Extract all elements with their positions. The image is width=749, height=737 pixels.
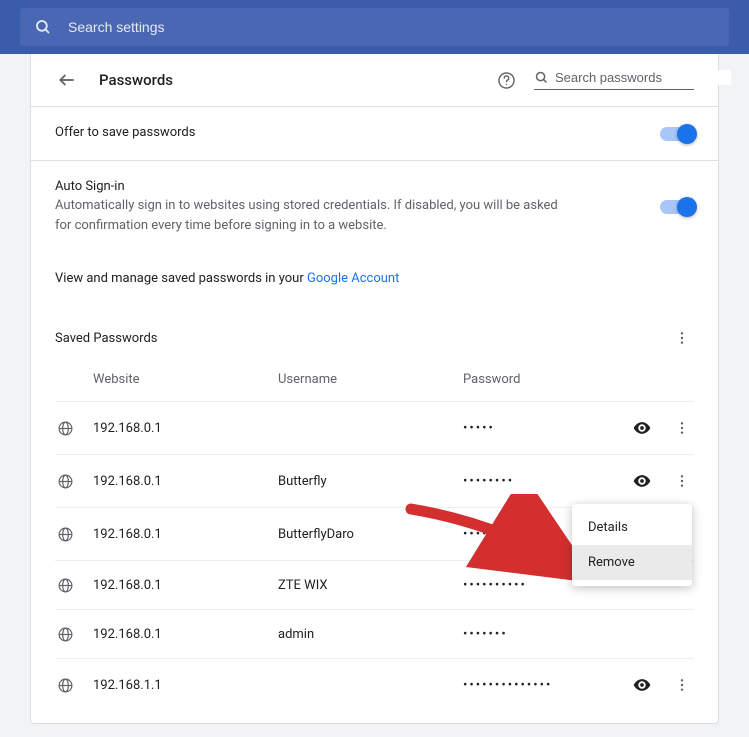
top-search-inner[interactable]: [20, 8, 729, 46]
globe-icon: [55, 418, 75, 438]
username-cell: ButterflyDaro: [278, 527, 463, 542]
site-cell[interactable]: 192.168.0.1: [93, 527, 278, 542]
link-prefix: View and manage saved passwords in your: [55, 271, 307, 286]
top-search-bar: [0, 0, 749, 54]
col-username: Username: [278, 372, 463, 387]
password-cell: ••••••••: [463, 474, 630, 489]
menu-details[interactable]: Details: [572, 510, 692, 545]
offer-save-toggle[interactable]: [660, 127, 694, 141]
menu-remove[interactable]: Remove: [572, 545, 692, 580]
passwords-card: Passwords Offer to save passwords Auto S…: [30, 54, 719, 724]
row-more-icon[interactable]: [670, 416, 694, 440]
row-more-icon[interactable]: [670, 673, 694, 697]
page-title: Passwords: [99, 71, 496, 89]
saved-passwords-title: Saved Passwords: [55, 331, 670, 346]
globe-icon: [55, 624, 75, 644]
col-password: Password: [463, 372, 694, 387]
site-cell[interactable]: 192.168.0.1: [93, 627, 278, 642]
offer-save-section: Offer to save passwords: [31, 106, 718, 160]
search-icon: [534, 70, 549, 85]
globe-icon: [55, 524, 75, 544]
auto-signin-desc: Automatically sign in to websites using …: [55, 196, 575, 235]
top-search-input[interactable]: [68, 19, 715, 35]
row-context-menu: Details Remove: [572, 504, 692, 586]
password-cell: ••••••••••••••: [463, 678, 630, 693]
google-account-line: View and manage saved passwords in your …: [31, 253, 718, 304]
show-password-icon[interactable]: [630, 673, 654, 697]
row-more-icon[interactable]: [670, 469, 694, 493]
site-cell[interactable]: 192.168.0.1: [93, 578, 278, 593]
show-password-icon[interactable]: [630, 416, 654, 440]
back-arrow-icon[interactable]: [55, 68, 79, 92]
password-cell: •••••: [463, 421, 630, 436]
card-header: Passwords: [31, 54, 718, 106]
auto-signin-section: Auto Sign-in Automatically sign in to we…: [31, 160, 718, 253]
table-head: Website Username Password: [55, 362, 694, 401]
search-icon: [34, 18, 52, 36]
username-cell: Butterfly: [278, 474, 463, 489]
username-cell: admin: [278, 627, 463, 642]
globe-icon: [55, 471, 75, 491]
saved-passwords-more-icon[interactable]: [670, 326, 694, 350]
auto-signin-title: Auto Sign-in: [55, 179, 660, 194]
table-row: 192.168.0.1 •••••: [55, 401, 694, 454]
auto-signin-toggle[interactable]: [660, 200, 694, 214]
offer-save-title: Offer to save passwords: [55, 125, 660, 140]
google-account-link[interactable]: Google Account: [307, 271, 399, 286]
password-cell: •••••••: [463, 627, 630, 642]
saved-passwords-header: Saved Passwords: [31, 304, 718, 362]
show-password-icon[interactable]: [630, 469, 654, 493]
col-website: Website: [93, 372, 278, 387]
site-cell[interactable]: 192.168.0.1: [93, 421, 278, 436]
help-icon[interactable]: [496, 70, 516, 90]
globe-icon: [55, 575, 75, 595]
table-row: 192.168.0.1admin•••••••: [55, 609, 694, 658]
site-cell[interactable]: 192.168.1.1: [93, 678, 278, 693]
site-cell[interactable]: 192.168.0.1: [93, 474, 278, 489]
table-row: 192.168.0.1Butterfly••••••••: [55, 454, 694, 507]
username-cell: ZTE WIX: [278, 578, 463, 593]
globe-icon: [55, 675, 75, 695]
table-row: 192.168.1.1 ••••••••••••••: [55, 658, 694, 711]
search-passwords[interactable]: [534, 70, 694, 90]
search-passwords-input[interactable]: [555, 70, 731, 85]
